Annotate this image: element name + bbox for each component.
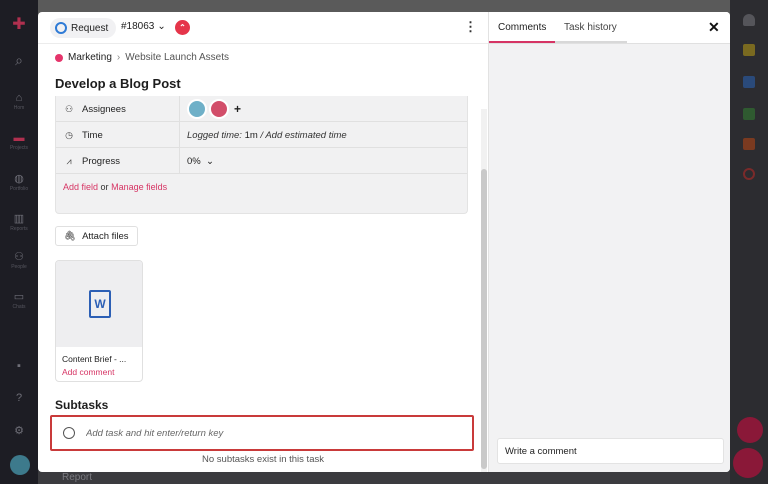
priority-icon[interactable]: ⌃ — [175, 20, 190, 35]
project-color-dot — [55, 53, 63, 62]
reports-icon[interactable]: ▥ Reports — [0, 212, 38, 232]
tab-task-history[interactable]: Task history — [564, 22, 617, 33]
attach-files-label: Attach files — [82, 230, 129, 242]
report-label: Report — [62, 472, 93, 483]
active-tab-indicator — [489, 41, 555, 43]
progress-label: Progress — [82, 155, 121, 167]
breadcrumb-folder[interactable]: Website Launch Assets — [125, 52, 229, 63]
attach-files-button[interactable]: 🖇 Attach files — [55, 226, 138, 246]
clock-icon[interactable] — [743, 168, 755, 180]
file-name[interactable]: Content Brief - ... — [62, 354, 126, 364]
time-value[interactable]: Logged time: 1m / Add estimated time — [187, 122, 347, 148]
file-card[interactable]: W Content Brief - ... Add comment — [55, 260, 143, 382]
add-subtask-field[interactable] — [50, 415, 474, 451]
people-icon: ⚇ — [64, 103, 74, 114]
plus-icon[interactable]: ✚ — [0, 14, 38, 34]
chat-icon[interactable]: ▪ — [0, 360, 38, 372]
help-icon[interactable]: ? — [0, 392, 38, 404]
bell-icon[interactable] — [743, 14, 755, 26]
background-right-rail — [730, 0, 768, 484]
add-assignee-icon[interactable]: + — [234, 102, 241, 116]
subtask-circle-icon — [63, 427, 75, 439]
note-icon[interactable] — [743, 44, 755, 56]
progress-value: 0% — [187, 155, 201, 167]
clock-icon: ◷ — [65, 129, 73, 140]
field-label-time: ◷ Time — [63, 122, 180, 148]
field-row-time: ◷ Time Logged time: 1m / Add estimated t… — [56, 122, 467, 148]
globe-icon[interactable]: ◍ Portfolio — [0, 172, 38, 192]
task-details-pane: Request #18063 ⌄ ⌃ ⋮ Marketing › Website… — [38, 12, 488, 472]
field-label-progress: ⩘ Progress — [63, 148, 180, 174]
task-type-label: Request — [71, 22, 109, 34]
tab-comments[interactable]: Comments — [498, 22, 546, 33]
comment-box[interactable] — [497, 438, 724, 464]
scrollbar-thumb[interactable] — [481, 169, 487, 469]
assignees-value: + — [187, 96, 241, 122]
task-scroll-area: ⚇ Assignees + ◷ Time Logged time: 1m / A… — [38, 96, 488, 472]
folder-icon[interactable]: ▬ Projects — [0, 132, 38, 151]
settings-icon[interactable]: ⚙ — [0, 424, 38, 437]
progress-dropdown[interactable]: 0% ⌄ — [187, 148, 214, 174]
fab-chat-button[interactable] — [733, 448, 763, 478]
people-icon[interactable]: ⚇ People — [0, 250, 38, 270]
word-document-icon: W — [89, 290, 111, 318]
chevron-down-icon: ⌄ — [206, 155, 214, 167]
search-icon[interactable]: ⌕ — [0, 52, 38, 69]
field-label-assignees: ⚇ Assignees — [63, 96, 180, 122]
task-id-dropdown[interactable]: #18063 ⌄ — [121, 21, 166, 32]
task-title[interactable]: Develop a Blog Post — [55, 76, 181, 91]
chevron-right-icon: › — [116, 52, 121, 63]
home-icon[interactable]: ⌂ Hom — [0, 92, 38, 111]
more-options-icon[interactable]: ⋮ — [464, 19, 477, 35]
tab-underline — [555, 41, 627, 43]
logged-time-value: 1m — [244, 129, 258, 141]
fab-bookmark-button[interactable] — [737, 417, 763, 443]
task-type-dropdown[interactable]: Request — [50, 18, 117, 38]
scrollbar[interactable] — [481, 109, 487, 472]
assignees-label: Assignees — [82, 103, 126, 115]
close-icon[interactable]: ✕ — [708, 19, 720, 36]
add-comment-link[interactable]: Add comment — [62, 367, 114, 377]
task-modal: Request #18063 ⌄ ⌃ ⋮ Marketing › Website… — [38, 12, 730, 472]
or-text: or — [100, 182, 109, 192]
paperclip-icon: 🖇 — [64, 230, 77, 242]
add-field-row: Add field or Manage fields — [63, 182, 167, 192]
request-icon — [55, 22, 67, 34]
chevron-down-icon: ⌄ — [157, 21, 166, 32]
megaphone-icon[interactable] — [743, 108, 755, 120]
background-bottom-bar: Report — [38, 470, 730, 484]
subtasks-heading: Subtasks — [55, 398, 109, 412]
task-fields-panel: ⚇ Assignees + ◷ Time Logged time: 1m / A… — [55, 96, 468, 214]
task-header: Request #18063 ⌄ ⌃ ⋮ — [38, 12, 488, 44]
user-avatar[interactable] — [10, 455, 30, 475]
avatar[interactable] — [187, 99, 207, 119]
manage-fields-link[interactable]: Manage fields — [111, 182, 167, 192]
task-id-label: #18063 — [121, 21, 155, 32]
chart-icon: ⩘ — [66, 155, 72, 166]
breadcrumb-project[interactable]: Marketing — [68, 52, 112, 63]
add-estimated-time-link[interactable]: / Add estimated time — [260, 130, 346, 141]
logged-time-label: Logged time: — [187, 129, 242, 141]
time-label: Time — [82, 129, 103, 141]
activity-pane: Comments Task history ✕ — [488, 12, 730, 472]
no-subtasks-message: No subtasks exist in this task — [202, 454, 324, 465]
field-row-progress: ⩘ Progress 0% ⌄ — [56, 148, 467, 174]
comment-input[interactable] — [498, 439, 723, 463]
bookmark-icon[interactable] — [743, 76, 755, 88]
avatar[interactable] — [209, 99, 229, 119]
add-subtask-input[interactable] — [86, 427, 446, 439]
add-field-link[interactable]: Add field — [63, 182, 98, 192]
activity-tabs: Comments Task history ✕ — [489, 12, 730, 44]
breadcrumb: Marketing › Website Launch Assets — [55, 52, 229, 63]
background-sidebar: ✚ ⌕ ⌂ Hom ▬ Projects ◍ Portfolio ▥ Reports ⚇… — [0, 0, 38, 484]
file-thumbnail[interactable]: W — [56, 261, 142, 347]
field-row-assignees: ⚇ Assignees + — [56, 96, 467, 122]
calendar-icon[interactable] — [743, 138, 755, 150]
chats-icon[interactable]: ▭ Chats — [0, 290, 38, 310]
